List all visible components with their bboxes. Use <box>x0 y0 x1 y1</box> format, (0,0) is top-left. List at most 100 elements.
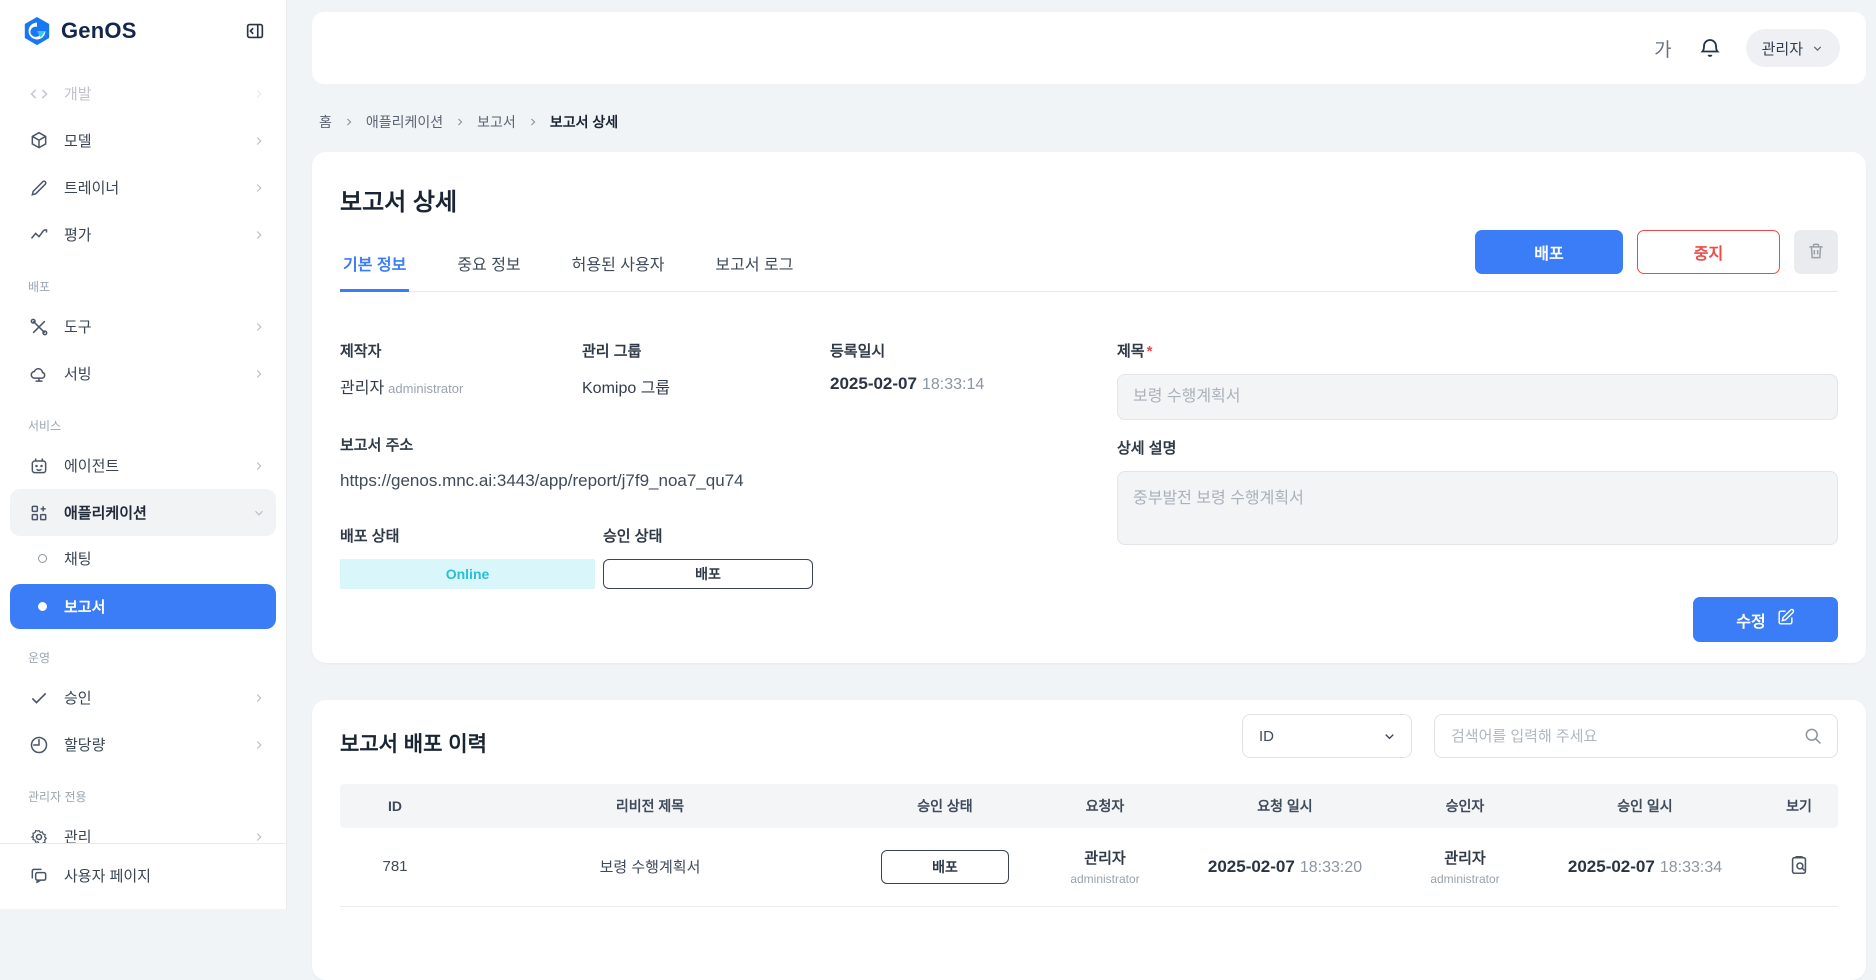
col-approval-date: 승인 일시 <box>1530 784 1760 828</box>
breadcrumb: 홈 애플리케이션 보고서 보고서 상세 <box>319 112 618 132</box>
search-icon[interactable] <box>1803 726 1823 746</box>
breadcrumb-application[interactable]: 애플리케이션 <box>366 112 443 132</box>
agent-icon <box>28 455 49 476</box>
sidebar-item-chat[interactable]: 채팅 <box>0 536 286 581</box>
user-page-icon <box>28 865 49 886</box>
sidebar-section-admin: 관리자 전용 <box>0 768 286 813</box>
search-input[interactable] <box>1451 728 1803 745</box>
stop-button[interactable]: 중지 <box>1637 230 1780 274</box>
description-textarea[interactable] <box>1117 471 1838 545</box>
sidebar-item-approval[interactable]: 승인 <box>0 674 286 721</box>
sidebar-item-tools[interactable]: 도구 <box>0 303 286 350</box>
report-url-label: 보고서 주소 <box>340 434 1117 455</box>
pencil-icon <box>28 177 49 198</box>
chevron-down-icon <box>252 506 266 520</box>
cell-revision-title: 보령 수행계획서 <box>450 828 850 906</box>
chevron-right-icon <box>252 738 266 752</box>
description-label: 상세 설명 <box>1117 437 1838 458</box>
detail-actions: 배포 중지 <box>1475 230 1838 274</box>
notification-bell-icon[interactable] <box>1698 36 1722 60</box>
sidebar-item-user-page[interactable]: 사용자 페이지 <box>0 852 286 899</box>
title-label: 제목* <box>1117 340 1838 361</box>
group-value: Komipo 그룹 <box>582 374 830 398</box>
user-menu-button[interactable]: 관리자 <box>1746 29 1840 67</box>
sidebar-section-deploy: 배포 <box>0 258 286 303</box>
chevron-down-icon <box>1811 42 1824 55</box>
breadcrumb-report[interactable]: 보고서 <box>477 112 516 132</box>
trend-chart-icon <box>28 224 49 245</box>
quota-pie-icon <box>28 734 49 755</box>
cell-view <box>1760 828 1838 906</box>
chevron-right-icon <box>252 830 266 844</box>
sidebar-item-quota[interactable]: 할당량 <box>0 721 286 768</box>
bullet-icon <box>38 602 47 611</box>
code-icon <box>28 83 49 104</box>
delete-button[interactable] <box>1794 230 1838 274</box>
view-report-icon[interactable] <box>1788 854 1810 876</box>
chevron-down-icon <box>1382 729 1397 744</box>
cell-requester: 관리자 administrator <box>1040 828 1170 906</box>
tab-important-info[interactable]: 중요 정보 <box>454 239 523 291</box>
cell-request-date: 2025-02-0718:33:20 <box>1170 828 1400 906</box>
check-icon <box>28 687 49 708</box>
main-area: 가 관리자 홈 애플리케이션 보고서 보고서 상세 보고서 상세 기본 정보 중… <box>287 0 1876 909</box>
creator-value: 관리자administrator <box>340 374 582 398</box>
page-title: 보고서 상세 <box>340 182 1838 217</box>
sidebar-section-operation: 운영 <box>0 629 286 674</box>
deploy-history-card: 보고서 배포 이력 ID ID 리비전 제목 승인 상태 요청자 <box>312 700 1866 980</box>
sidebar-item-dev: 개발 <box>0 70 286 117</box>
group-label: 관리 그룹 <box>582 340 830 361</box>
history-table: ID 리비전 제목 승인 상태 요청자 요청 일시 승인자 승인 일시 보기 7… <box>340 784 1838 907</box>
chevron-right-icon <box>343 116 355 128</box>
cell-approval-date: 2025-02-0718:33:34 <box>1530 828 1760 906</box>
chevron-right-icon <box>252 181 266 195</box>
genos-logo-icon <box>22 16 52 46</box>
filter-selected-value: ID <box>1259 728 1382 745</box>
deploy-button[interactable]: 배포 <box>1475 230 1623 274</box>
chevron-right-icon <box>252 320 266 334</box>
creator-label: 제작자 <box>340 340 582 361</box>
sidebar-item-model[interactable]: 모델 <box>0 117 286 164</box>
sidebar-collapse-icon[interactable] <box>242 18 268 44</box>
apps-grid-icon <box>28 502 49 523</box>
chevron-right-icon <box>252 228 266 242</box>
sidebar-item-agent[interactable]: 에이전트 <box>0 442 286 489</box>
title-input[interactable] <box>1117 374 1838 420</box>
font-size-toggle[interactable]: 가 <box>1654 35 1671 62</box>
table-row: 781 보령 수행계획서 배포 관리자 administrator 2025-0… <box>340 828 1838 906</box>
deploy-status-badge: Online <box>340 559 595 589</box>
col-request-date: 요청 일시 <box>1170 784 1400 828</box>
chevron-right-icon <box>454 116 466 128</box>
chevron-right-icon <box>252 691 266 705</box>
sidebar-item-evaluation[interactable]: 평가 <box>0 211 286 258</box>
trash-icon <box>1806 241 1826 264</box>
approval-status-badge: 배포 <box>881 850 1009 884</box>
registered-label: 등록일시 <box>830 340 984 361</box>
chevron-right-icon <box>252 459 266 473</box>
edit-button[interactable]: 수정 <box>1693 597 1838 642</box>
user-menu-label: 관리자 <box>1762 38 1803 59</box>
sidebar-item-report[interactable]: 보고서 <box>10 584 276 629</box>
col-view: 보기 <box>1760 784 1838 828</box>
tab-basic-info[interactable]: 기본 정보 <box>340 239 409 292</box>
cube-icon <box>28 130 49 151</box>
chevron-right-icon <box>527 116 539 128</box>
sidebar-item-serving[interactable]: 서빙 <box>0 350 286 397</box>
logo-row: GenOS <box>0 0 286 56</box>
search-box <box>1434 714 1838 758</box>
tab-report-log[interactable]: 보고서 로그 <box>712 239 796 291</box>
breadcrumb-home[interactable]: 홈 <box>319 112 332 132</box>
sidebar-section-service: 서비스 <box>0 397 286 442</box>
sidebar-item-application[interactable]: 애플리케이션 <box>10 489 276 536</box>
edit-button-label: 수정 <box>1736 608 1765 632</box>
filter-select[interactable]: ID <box>1242 714 1412 758</box>
tab-allowed-users[interactable]: 허용된 사용자 <box>569 239 668 291</box>
approval-status-badge: 배포 <box>603 559 813 589</box>
cell-approver: 관리자 administrator <box>1400 828 1530 906</box>
sidebar-footer: 사용자 페이지 <box>0 843 286 909</box>
cloud-icon <box>28 363 49 384</box>
report-detail-card: 보고서 상세 기본 정보 중요 정보 허용된 사용자 보고서 로그 배포 중지 … <box>312 152 1866 663</box>
col-requester: 요청자 <box>1040 784 1170 828</box>
history-controls: ID <box>1242 714 1838 758</box>
sidebar-item-trainer[interactable]: 트레이너 <box>0 164 286 211</box>
